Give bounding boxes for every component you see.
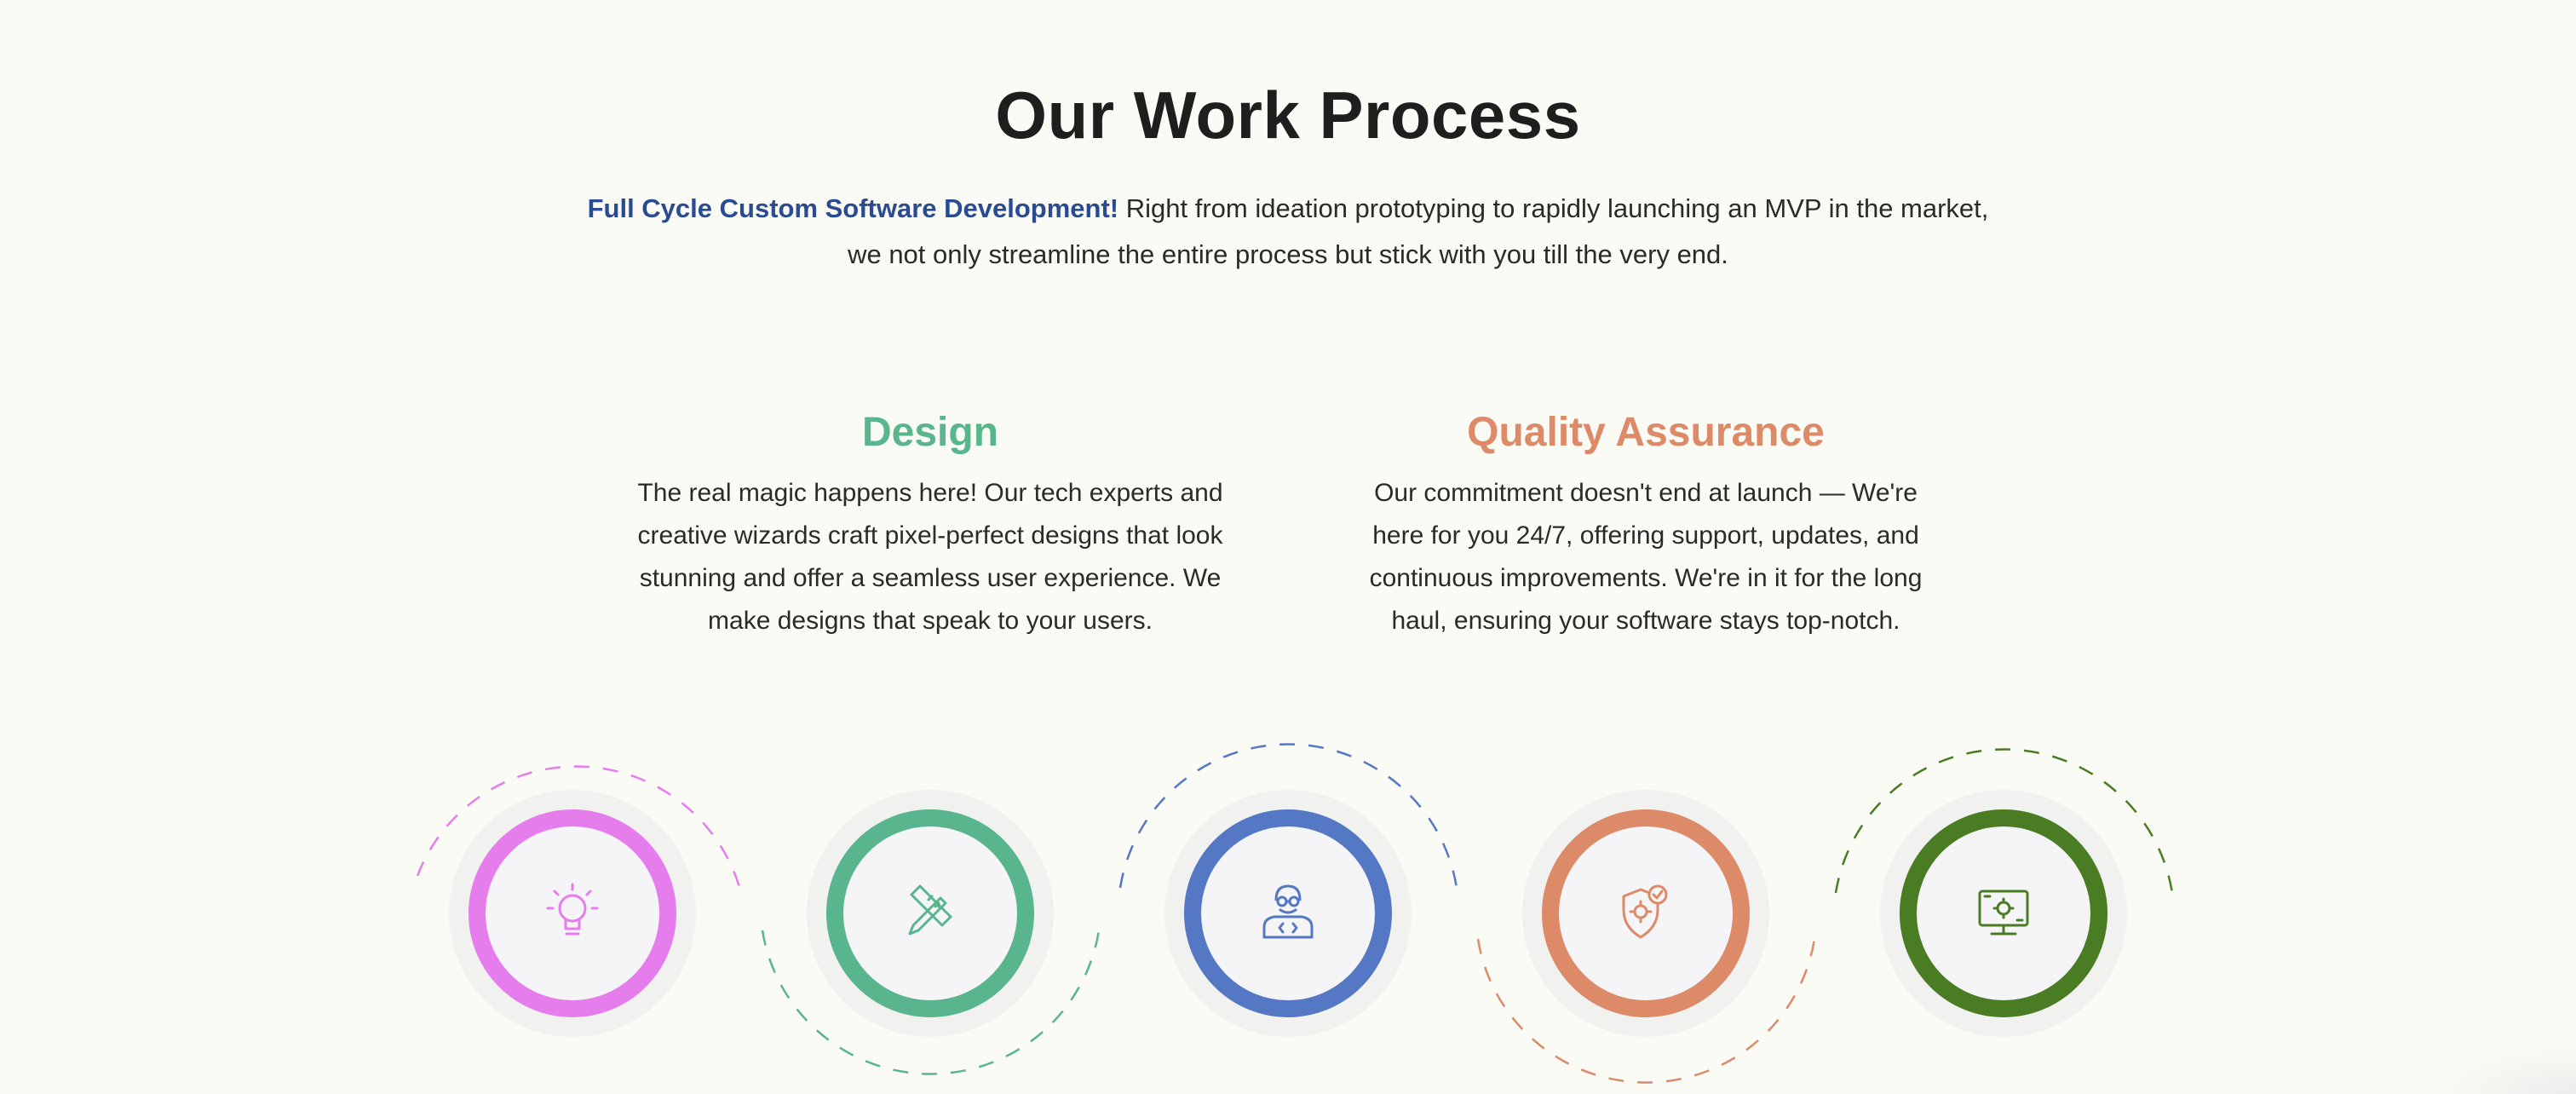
process-steps-graphic [416,743,2174,1084]
intro-highlight: Full Cycle Custom Software Development! [587,193,1119,223]
step-circle-development [1164,790,1412,1037]
section-title: Our Work Process [995,78,1581,153]
design-title: Design [861,410,999,455]
intro-line-2: we not only streamline the entire proces… [848,239,1728,269]
design-description: The real magic happens here! Our tech ex… [637,479,1223,635]
step-circle-design [807,790,1054,1037]
design-step-text: Design The real magic happens here! Our … [632,407,1228,642]
quality-assurance-step-text: Quality Assurance Our commitment doesn't… [1348,407,1944,642]
work-process-section: Our Work Process Full Cycle Custom Softw… [0,0,2576,1094]
step-circle-quality-assurance [1522,790,1769,1037]
quality-assurance-title: Quality Assurance [1467,410,1825,455]
quality-assurance-description: Our commitment doesn't end at launch — W… [1369,479,1923,635]
corner-shadow [2423,1043,2576,1094]
section-intro: Full Cycle Custom Software Development! … [0,186,2576,278]
step-circle-support [1880,790,2127,1037]
intro-line-1: Right from ideation prototyping to rapid… [1118,193,1989,223]
step-circle-ideation [449,790,696,1037]
